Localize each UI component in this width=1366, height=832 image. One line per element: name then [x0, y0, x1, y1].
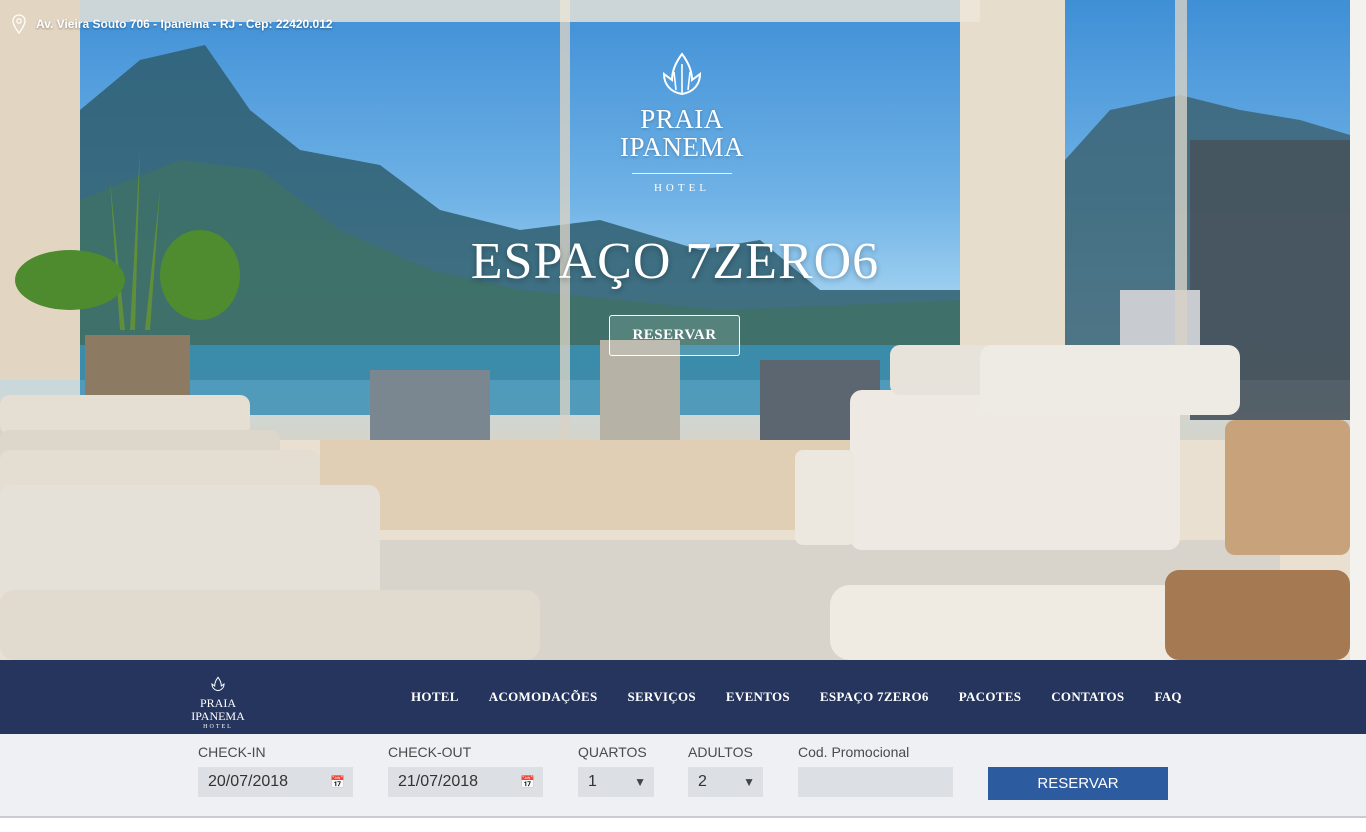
main-navbar: PRAIA IPANEMA HOTEL HOTEL ACOMODAÇÕES SE…	[0, 660, 1366, 734]
hero-banner: Av. Vieira Souto 706 - Ipanema - RJ - Ce…	[0, 0, 1350, 660]
hero-reserve-button[interactable]: RESERVAR	[609, 315, 740, 356]
adults-label: ADULTOS	[688, 744, 753, 760]
rooms-value: 1	[588, 773, 597, 790]
nav-menu: HOTEL ACOMODAÇÕES SERVIÇOS EVENTOS ESPAÇ…	[396, 660, 1197, 734]
adults-field: ADULTOS 2 ▼	[688, 744, 763, 797]
logo-name: PRAIA IPANEMA	[619, 104, 745, 162]
rooms-select[interactable]: 1 ▼	[578, 767, 654, 797]
checkin-input[interactable]: 20/07/2018 📅	[198, 767, 353, 797]
booking-form: CHECK-IN 20/07/2018 📅 CHECK-OUT 21/07/20…	[0, 734, 1366, 818]
nav-item-acomodacoes[interactable]: ACOMODAÇÕES	[489, 689, 598, 705]
rooms-field: QUARTOS 1 ▼	[578, 744, 654, 797]
nav-item-contatos[interactable]: CONTATOS	[1051, 689, 1124, 705]
dropdown-arrow-icon: ▼	[634, 775, 646, 789]
dropdown-arrow-icon: ▼	[743, 775, 755, 789]
checkout-input[interactable]: 21/07/2018 📅	[388, 767, 543, 797]
calendar-icon[interactable]: 📅	[330, 775, 345, 789]
checkin-field: CHECK-IN 20/07/2018 📅	[198, 744, 353, 797]
nav-item-servicos[interactable]: SERVIÇOS	[628, 689, 696, 705]
promo-label: Cod. Promocional	[798, 744, 910, 760]
nav-item-eventos[interactable]: EVENTOS	[726, 689, 790, 705]
hero-title: ESPAÇO 7ZERO6	[470, 233, 880, 290]
rooms-label: QUARTOS	[578, 744, 647, 760]
checkout-field: CHECK-OUT 21/07/2018 📅	[388, 744, 543, 797]
nav-logo-subtitle: HOTEL	[203, 724, 233, 730]
promo-input[interactable]	[798, 767, 953, 797]
page-edge	[1350, 0, 1366, 660]
nav-item-espaco-7zero6[interactable]: ESPAÇO 7ZERO6	[820, 689, 929, 705]
booking-reserve-button[interactable]: RESERVAR	[988, 767, 1168, 800]
nav-item-hotel[interactable]: HOTEL	[411, 689, 459, 705]
logo-divider	[632, 173, 732, 174]
nav-logo-name: PRAIA IPANEMA	[191, 696, 245, 723]
checkout-value: 21/07/2018	[398, 773, 479, 790]
adults-value: 2	[698, 773, 707, 790]
logo-subtitle: HOTEL	[653, 182, 711, 194]
map-pin-icon	[12, 14, 26, 34]
nav-logo[interactable]: PRAIA IPANEMA HOTEL	[176, 676, 260, 731]
adults-select[interactable]: 2 ▼	[688, 767, 763, 797]
checkin-label: CHECK-IN	[198, 744, 266, 760]
logo-leaf-icon	[662, 52, 702, 96]
address-bar: Av. Vieira Souto 706 - Ipanema - RJ - Ce…	[12, 14, 333, 34]
promo-field: Cod. Promocional	[798, 744, 953, 797]
hotel-logo[interactable]: PRAIA IPANEMA HOTEL	[580, 50, 784, 195]
calendar-icon[interactable]: 📅	[520, 775, 535, 789]
nav-item-pacotes[interactable]: PACOTES	[959, 689, 1022, 705]
address-text: Av. Vieira Souto 706 - Ipanema - RJ - Ce…	[36, 17, 333, 31]
nav-item-faq[interactable]: FAQ	[1154, 689, 1181, 705]
checkout-label: CHECK-OUT	[388, 744, 472, 760]
logo-leaf-icon	[211, 676, 225, 692]
checkin-value: 20/07/2018	[208, 773, 289, 790]
